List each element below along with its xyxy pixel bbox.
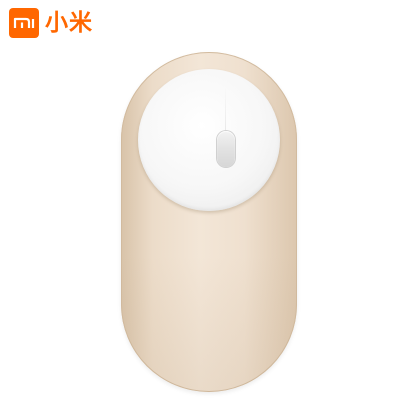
product-image-canvas: 小米 [0, 0, 420, 420]
scroll-wheel [217, 131, 235, 167]
brand-header: 小米 [9, 8, 93, 38]
product-mouse [121, 52, 297, 392]
brand-name: 小米 [45, 10, 93, 36]
mi-logo-icon [9, 8, 39, 38]
mouse-top-cover [138, 69, 280, 211]
button-divider [225, 87, 226, 131]
